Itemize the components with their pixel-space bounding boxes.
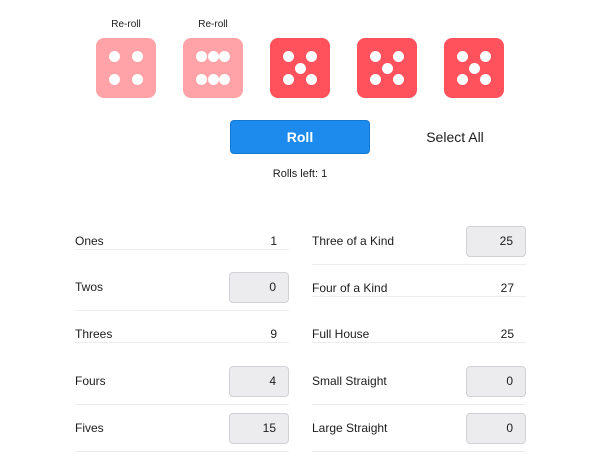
die-pip	[306, 51, 317, 62]
die-pip	[294, 62, 306, 74]
score-row-four-of-a-kind: Four of a Kind 27	[312, 273, 526, 319]
die-pip	[109, 74, 120, 85]
score-label: Fives	[75, 421, 104, 435]
rolls-left-counter: Rolls left: 1	[272, 168, 328, 180]
die-pip	[457, 74, 468, 85]
die-pip	[283, 74, 294, 85]
die-pip	[306, 74, 317, 85]
score-label: Small Straight	[312, 374, 387, 388]
row-divider	[75, 342, 289, 343]
score-select-button[interactable]: 0	[466, 413, 526, 444]
score-row-threes: Threes 9	[75, 319, 289, 365]
die-pip	[283, 51, 294, 62]
row-divider	[312, 264, 526, 265]
die-slot-3	[270, 0, 330, 100]
score-value: 25	[500, 327, 514, 341]
row-divider	[312, 404, 526, 405]
die-slot-5	[444, 0, 504, 100]
score-label: Large Straight	[312, 421, 388, 435]
die-slot-4	[357, 0, 417, 100]
die-pip	[457, 51, 468, 62]
row-divider	[75, 310, 289, 311]
die-pip	[370, 51, 381, 62]
score-value: 1	[270, 234, 277, 248]
row-divider	[75, 404, 289, 405]
die-pip	[196, 74, 207, 85]
reroll-label: Re-roll	[111, 19, 141, 30]
select-all-button[interactable]: Select All	[410, 120, 500, 154]
die-pip	[468, 62, 480, 74]
die-pip	[393, 74, 404, 85]
die-pip	[370, 74, 381, 85]
die-pip	[109, 51, 120, 62]
row-divider	[312, 296, 526, 297]
die-pip	[219, 51, 230, 62]
score-select-button[interactable]: 4	[229, 366, 289, 397]
row-divider	[75, 249, 289, 250]
score-select-button[interactable]: 0	[229, 272, 289, 303]
die-3[interactable]	[270, 38, 330, 98]
die-pip	[381, 62, 393, 74]
roll-button[interactable]: Roll	[230, 120, 370, 154]
die-pip	[132, 74, 143, 85]
score-select-button[interactable]: 15	[229, 413, 289, 444]
die-pip	[219, 74, 230, 85]
die-5[interactable]	[444, 38, 504, 98]
score-select-button[interactable]: 25	[466, 226, 526, 257]
score-value: 9	[270, 327, 277, 341]
die-pip	[480, 74, 491, 85]
die-pip	[132, 51, 143, 62]
die-4[interactable]	[357, 38, 417, 98]
die-pip	[207, 51, 219, 62]
score-label: Twos	[75, 280, 104, 294]
die-1[interactable]	[96, 38, 156, 98]
score-row-large-straight: Large Straight 0	[312, 413, 526, 474]
score-row-fives: Fives 15	[75, 413, 289, 474]
score-value: 27	[500, 281, 514, 295]
score-label: Three of a Kind	[312, 234, 395, 248]
die-pip	[480, 51, 491, 62]
row-divider	[312, 342, 526, 343]
die-slot-1: Re-roll	[96, 0, 156, 100]
score-row-ones: Ones 1	[75, 226, 289, 272]
die-pip	[196, 51, 207, 62]
die-2[interactable]	[183, 38, 243, 98]
score-row-full-house: Full House 25	[312, 319, 526, 365]
reroll-label: Re-roll	[198, 19, 228, 30]
score-label: Fours	[75, 374, 106, 388]
die-slot-2: Re-roll	[183, 0, 243, 100]
score-select-button[interactable]: 0	[466, 366, 526, 397]
die-pip	[207, 74, 219, 85]
die-pip	[393, 51, 404, 62]
